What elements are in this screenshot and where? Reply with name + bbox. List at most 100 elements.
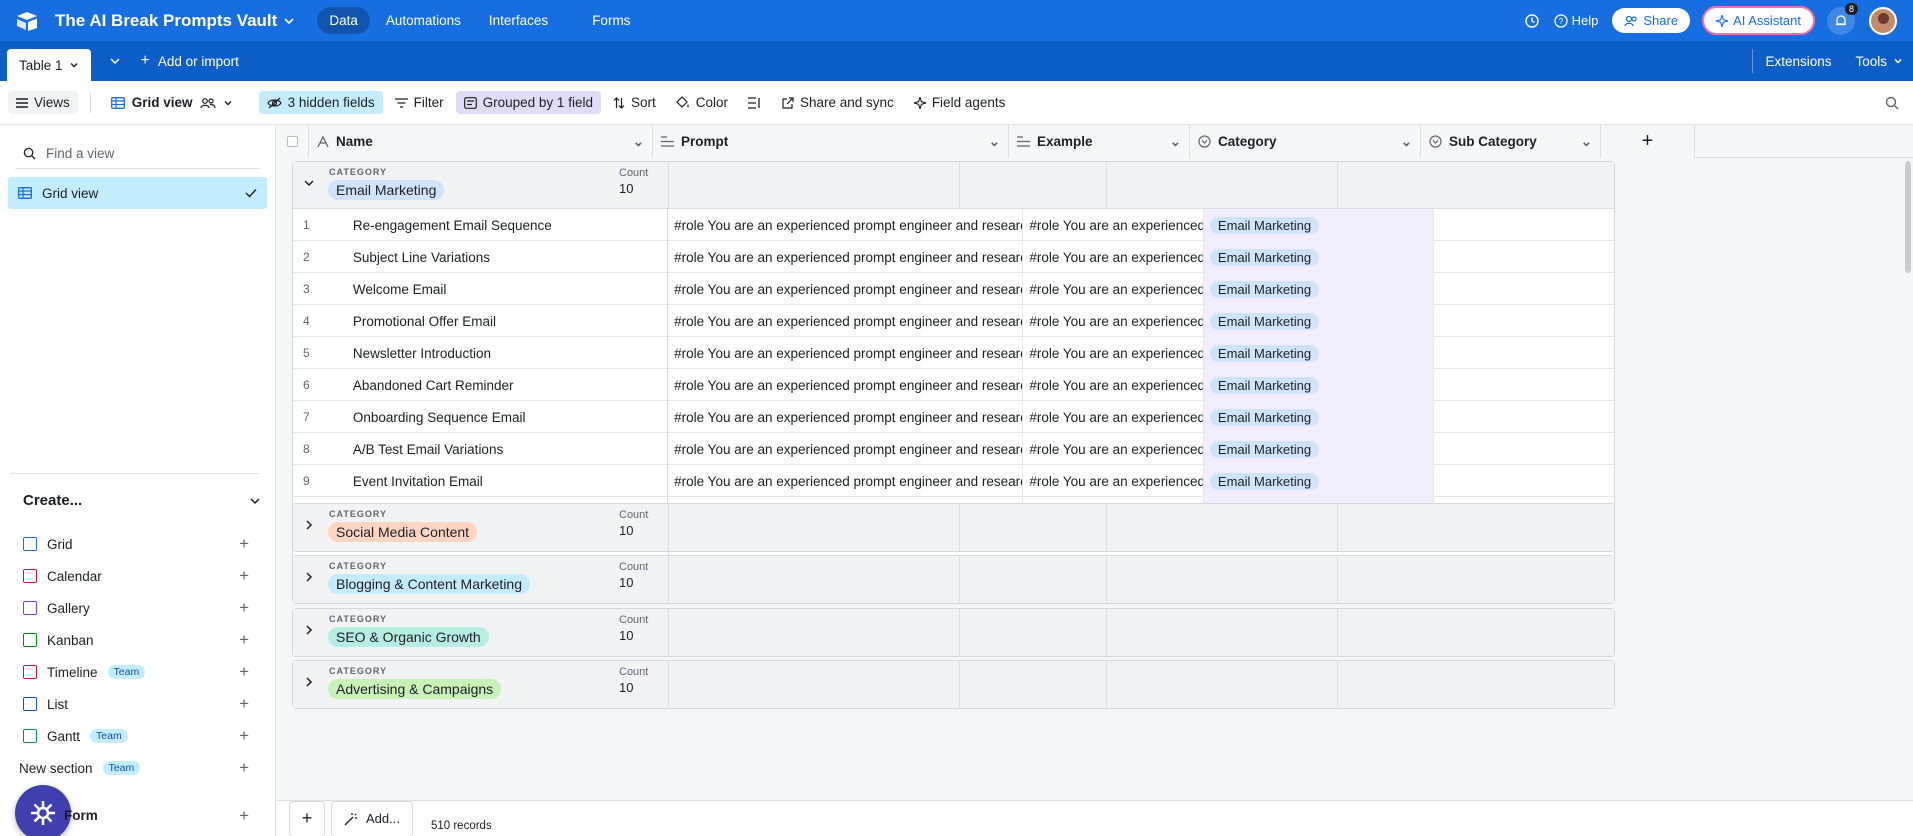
add-column-button[interactable]: + bbox=[1601, 125, 1695, 158]
new-section-item[interactable]: New section Team + bbox=[19, 752, 249, 784]
example-cell[interactable]: #role You are an experienced prompt bbox=[1023, 209, 1204, 241]
table-row[interactable]: 7 Onboarding Sequence Email #role You are … bbox=[293, 401, 1614, 433]
nav-data[interactable]: Data bbox=[317, 7, 370, 34]
prompt-cell[interactable]: #role You are an experienced prompt engi… bbox=[668, 209, 1024, 241]
create-kanban-item[interactable]: Kanban + bbox=[23, 624, 249, 656]
category-cell[interactable]: Email Marketing bbox=[1203, 209, 1435, 241]
sub-category-cell[interactable] bbox=[1434, 401, 1614, 433]
example-cell[interactable]: #role You are an experienced prompt bbox=[1023, 433, 1204, 465]
column-header-prompt[interactable]: Prompt ⌄ bbox=[653, 125, 1009, 158]
name-cell[interactable]: Event Invitation Email bbox=[353, 465, 669, 497]
prompt-cell[interactable]: #role You are an experienced prompt engi… bbox=[668, 273, 1024, 305]
table-row[interactable]: 4 Promotional Offer Email #role You are an… bbox=[293, 305, 1614, 337]
plus-icon[interactable]: + bbox=[239, 662, 249, 682]
views-toggle-button[interactable]: Views bbox=[8, 91, 78, 114]
sub-category-cell[interactable] bbox=[1434, 273, 1614, 305]
sub-category-cell[interactable] bbox=[1434, 465, 1614, 497]
search-icon[interactable] bbox=[1885, 96, 1899, 110]
nav-interfaces[interactable]: Interfaces bbox=[477, 7, 560, 34]
sub-category-cell[interactable] bbox=[1434, 433, 1614, 465]
chevron-right-icon[interactable] bbox=[303, 676, 315, 691]
select-all-checkbox[interactable] bbox=[277, 125, 309, 158]
example-cell[interactable]: #role You are an experienced prompt bbox=[1023, 369, 1204, 401]
create-calendar-item[interactable]: Calendar + bbox=[23, 560, 249, 592]
create-gantt-item[interactable]: Gantt Team + bbox=[23, 720, 249, 752]
add-record-menu-button[interactable]: Add... bbox=[331, 800, 413, 836]
name-cell[interactable]: Promotional Offer Email bbox=[353, 305, 669, 337]
example-cell[interactable]: #role You are an experienced prompt bbox=[1023, 273, 1204, 305]
example-cell[interactable]: #role You are an experienced prompt bbox=[1023, 337, 1204, 369]
name-cell[interactable]: Re-engagement Email Sequence bbox=[353, 209, 669, 241]
table-row[interactable]: 1 Re-engagement Email Sequence #role You a… bbox=[293, 209, 1614, 241]
prompt-cell[interactable]: #role You are an experienced prompt engi… bbox=[668, 401, 1024, 433]
column-header-sub-category[interactable]: Sub Category ⌄ bbox=[1421, 125, 1601, 158]
plus-icon[interactable]: + bbox=[239, 726, 249, 746]
help-button[interactable]: ? Help bbox=[1553, 13, 1598, 28]
table-row[interactable]: 3 Welcome Email #role You are an experienc… bbox=[293, 273, 1614, 305]
group-header[interactable]: CATEGORY SEO & Organic Growth Count 10 bbox=[293, 609, 1614, 656]
category-cell[interactable]: Email Marketing bbox=[1203, 433, 1435, 465]
add-or-import-button[interactable]: + Add or import bbox=[141, 52, 239, 70]
chevron-right-icon[interactable] bbox=[303, 571, 315, 586]
prompt-cell[interactable]: #role You are an experienced prompt engi… bbox=[668, 241, 1024, 273]
group-button[interactable]: Grouped by 1 field bbox=[455, 91, 601, 114]
share-and-sync-button[interactable]: Share and sync bbox=[774, 91, 902, 114]
sort-button[interactable]: Sort bbox=[605, 91, 664, 114]
nav-automations[interactable]: Automations bbox=[374, 7, 473, 34]
plus-icon[interactable]: + bbox=[239, 694, 249, 714]
current-view-button[interactable]: Grid view bbox=[110, 95, 233, 110]
add-form-plus-icon[interactable]: + bbox=[239, 806, 249, 826]
column-header-category[interactable]: Category ⌄ bbox=[1190, 125, 1421, 158]
share-button[interactable]: Share bbox=[1612, 8, 1691, 33]
row-height-button[interactable] bbox=[740, 93, 770, 113]
plus-icon[interactable]: + bbox=[239, 758, 249, 778]
name-cell[interactable]: Onboarding Sequence Email bbox=[353, 401, 669, 433]
chevron-right-icon[interactable] bbox=[303, 624, 315, 639]
table-row[interactable]: 8 A/B Test Email Variations #role You are … bbox=[293, 433, 1614, 465]
name-cell[interactable]: Subject Line Variations bbox=[353, 241, 669, 273]
omni-assistant-button[interactable] bbox=[15, 785, 71, 836]
airtable-logo-icon[interactable] bbox=[15, 11, 39, 31]
table-row[interactable]: 9 Event Invitation Email #role You are an … bbox=[293, 465, 1614, 497]
category-cell[interactable]: Email Marketing bbox=[1203, 369, 1435, 401]
tools-button[interactable]: Tools bbox=[1855, 54, 1903, 69]
sub-category-cell[interactable] bbox=[1434, 241, 1614, 273]
find-view-input[interactable]: Find a view bbox=[15, 139, 260, 169]
sub-category-cell[interactable] bbox=[1434, 337, 1614, 369]
chevron-down-icon[interactable] bbox=[303, 177, 315, 192]
category-cell[interactable]: Email Marketing bbox=[1203, 305, 1435, 337]
name-cell[interactable]: Abandoned Cart Reminder bbox=[353, 369, 669, 401]
category-cell[interactable]: Email Marketing bbox=[1203, 465, 1435, 497]
sidebar-form-item[interactable]: Form bbox=[64, 808, 98, 823]
plus-icon[interactable]: + bbox=[239, 566, 249, 586]
column-header-name[interactable]: Name ⌄ bbox=[309, 125, 653, 158]
table-row[interactable]: 5 Newsletter Introduction #role You are an… bbox=[293, 337, 1614, 369]
group-header[interactable]: CATEGORY Social Media Content Count 10 bbox=[293, 504, 1614, 551]
group-header[interactable]: CATEGORY Advertising & Campaigns Count 10 bbox=[293, 661, 1614, 708]
plus-icon[interactable]: + bbox=[239, 630, 249, 650]
group-header[interactable]: CATEGORY Email Marketing Count 10 bbox=[293, 162, 1614, 209]
vertical-scrollbar[interactable] bbox=[1905, 161, 1911, 273]
user-avatar[interactable] bbox=[1869, 6, 1897, 35]
table-row[interactable]: 6 Abandoned Cart Reminder #role You are an… bbox=[293, 369, 1614, 401]
sub-category-cell[interactable] bbox=[1434, 369, 1614, 401]
plus-icon[interactable]: + bbox=[239, 534, 249, 554]
example-cell[interactable]: #role You are an experienced prompt bbox=[1023, 465, 1204, 497]
hidden-fields-button[interactable]: 3 hidden fields bbox=[258, 91, 383, 114]
tab-table-1[interactable]: Table 1 bbox=[7, 49, 91, 81]
prompt-cell[interactable]: #role You are an experienced prompt engi… bbox=[668, 305, 1024, 337]
example-cell[interactable]: #role You are an experienced prompt bbox=[1023, 401, 1204, 433]
category-cell[interactable]: Email Marketing bbox=[1203, 273, 1435, 305]
base-title[interactable]: The AI Break Prompts Vault bbox=[55, 11, 295, 31]
name-cell[interactable]: Newsletter Introduction bbox=[353, 337, 669, 369]
prompt-cell[interactable]: #role You are an experienced prompt engi… bbox=[668, 337, 1024, 369]
color-button[interactable]: Color bbox=[668, 91, 736, 114]
plus-icon[interactable]: + bbox=[239, 598, 249, 618]
column-header-example[interactable]: Example ⌄ bbox=[1009, 125, 1190, 158]
group-header[interactable]: CATEGORY Blogging & Content Marketing Coun… bbox=[293, 556, 1614, 603]
sub-category-cell[interactable] bbox=[1434, 305, 1614, 337]
table-row[interactable]: 2 Subject Line Variations #role You are an… bbox=[293, 241, 1614, 273]
create-section-header[interactable]: Create... bbox=[23, 492, 261, 509]
prompt-cell[interactable]: #role You are an experienced prompt engi… bbox=[668, 433, 1024, 465]
create-grid-item[interactable]: Grid + bbox=[23, 528, 249, 560]
